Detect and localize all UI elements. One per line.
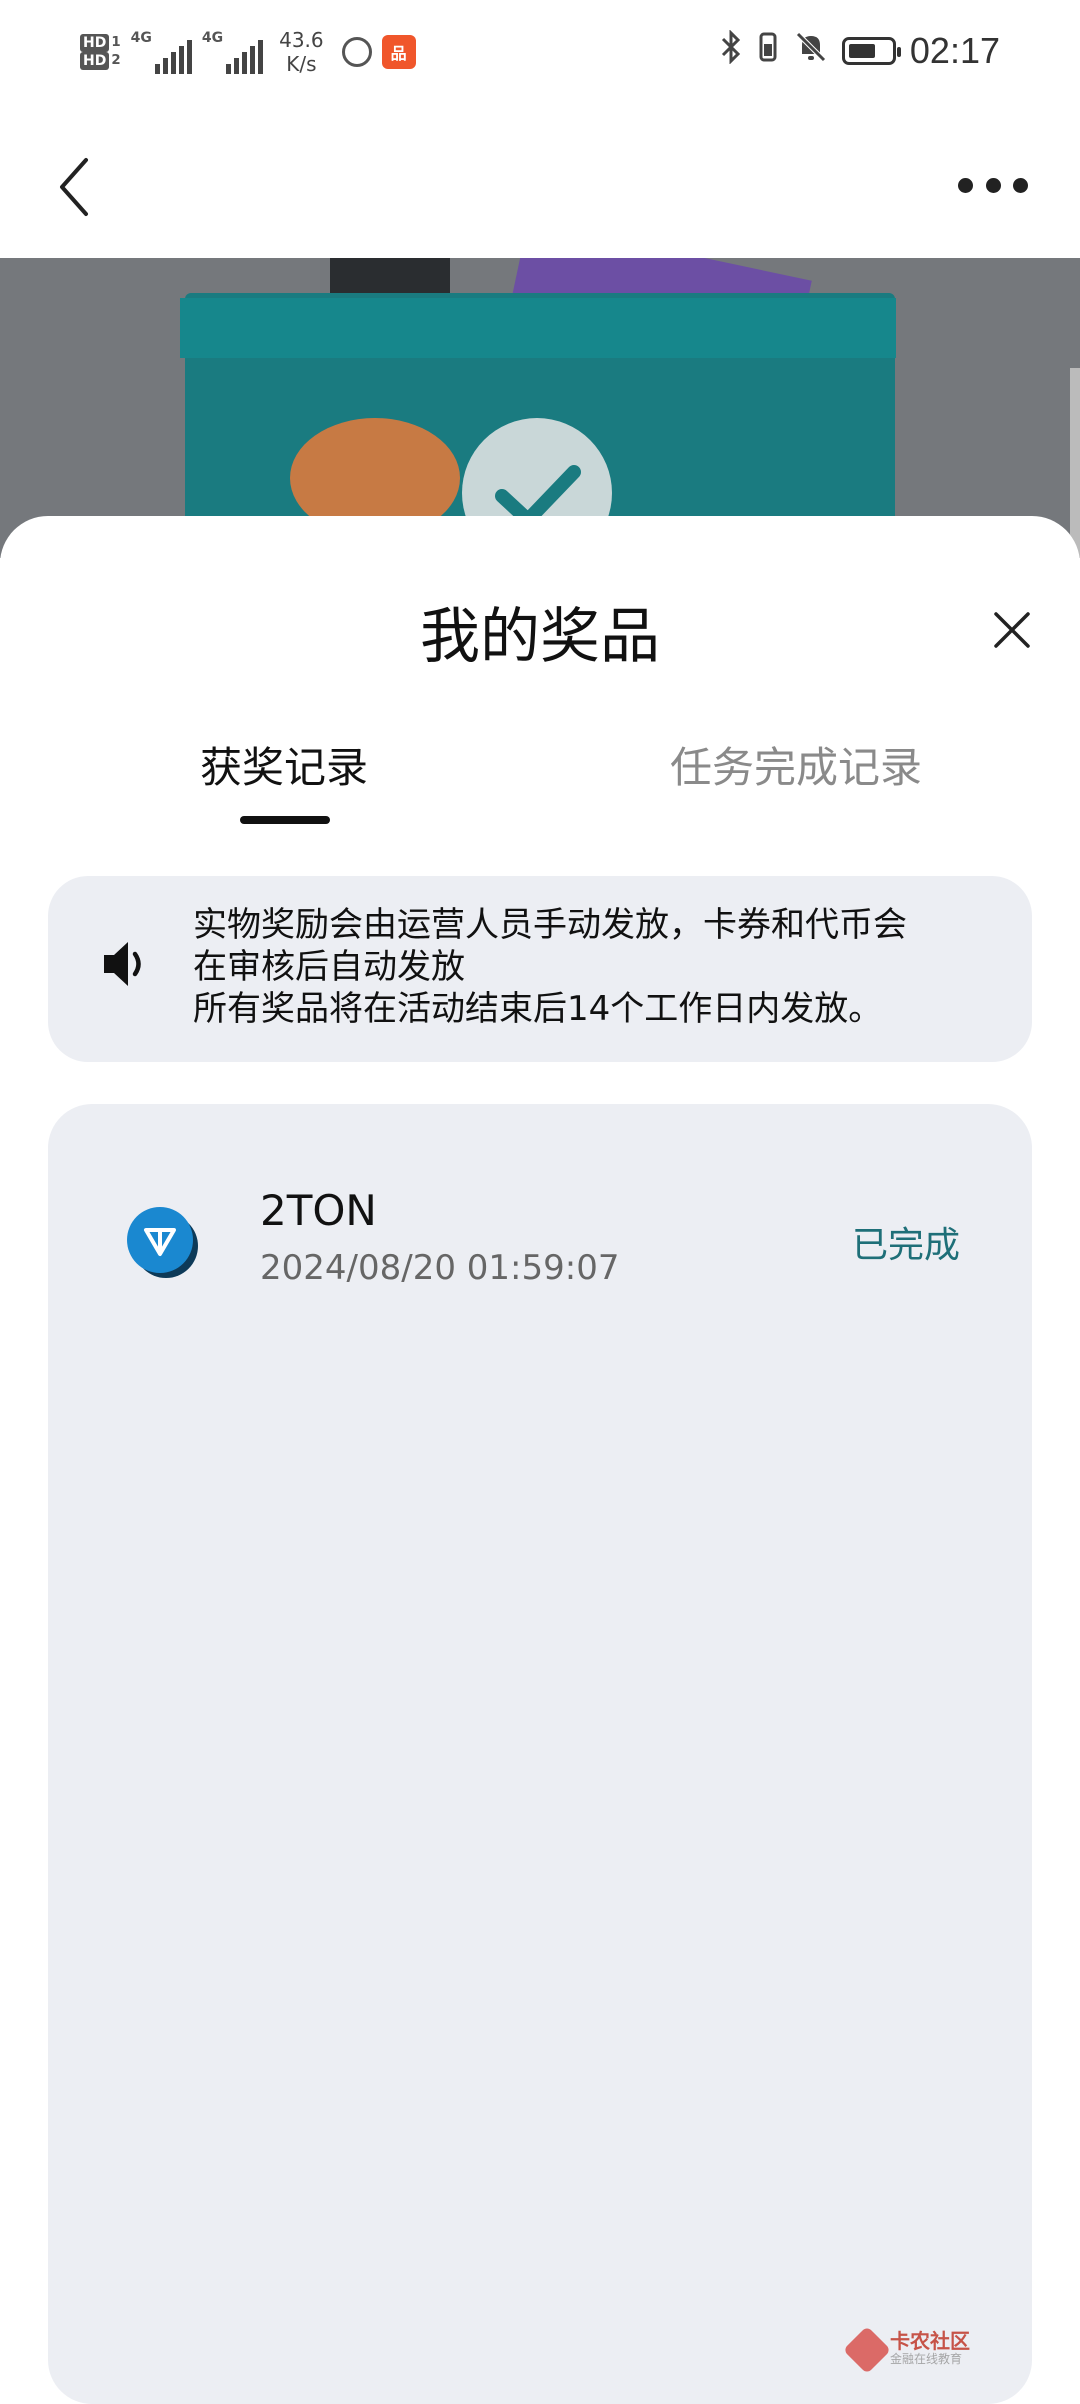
sim2-label: HD <box>80 52 110 70</box>
top-nav-bar <box>0 110 1080 258</box>
kanong-logo-icon <box>842 2325 892 2375</box>
status-right: 02:17 <box>720 29 1000 72</box>
page-scrollbar <box>1070 368 1080 558</box>
watermark-text: 卡农社区 金融在线教育 <box>890 2329 970 2368</box>
watermark-subtitle: 金融在线教育 <box>890 2352 963 2366</box>
sim2-index: 2 <box>111 53 121 68</box>
signal-2: 4G <box>201 30 264 74</box>
watermark-title: 卡农社区 <box>890 2329 970 2353</box>
sheet-title: 我的奖品 <box>420 602 660 672</box>
sim-indicators: HD 1 HD 2 <box>80 34 121 70</box>
signal-1: 4G <box>131 30 192 74</box>
notice-line: 在审核后自动发放 <box>193 947 465 987</box>
network-type-2: 4G <box>201 30 224 46</box>
network-speed: 43.6 K/s <box>279 28 324 76</box>
sim1-label: HD <box>80 34 110 52</box>
active-tab-indicator <box>240 816 330 824</box>
prize-list: 2TON 2024/08/20 01:59:07 已完成 卡农社区 金融在线教育 <box>48 1104 1032 2404</box>
speed-unit: K/s <box>286 52 317 76</box>
prize-name: 2TON <box>260 1186 377 1235</box>
app-badge-text: 品 <box>390 44 407 63</box>
prize-timestamp: 2024/08/20 01:59:07 <box>260 1248 620 1288</box>
network-type-1: 4G <box>130 30 152 46</box>
speed-value: 43.6 <box>279 28 324 52</box>
mute-bell-icon <box>794 30 828 72</box>
close-icon[interactable] <box>990 608 1034 652</box>
notice-banner: 实物奖励会由运营人员手动发放，卡券和代币会 在审核后自动发放 所有奖品将在活动结… <box>48 876 1032 1062</box>
notice-text: 实物奖励会由运营人员手动发放，卡券和代币会 在审核后自动发放 所有奖品将在活动结… <box>193 904 1013 1030</box>
more-dots-icon[interactable] <box>958 170 1028 200</box>
notice-line: 所有奖品将在活动结束后14个工作日内发放。 <box>193 989 883 1029</box>
tab-task-records[interactable]: 任务完成记录 <box>670 734 922 795</box>
battery-icon <box>841 37 901 65</box>
hero-banner-image <box>0 258 1080 558</box>
chevron-left-icon[interactable] <box>52 152 102 222</box>
tab-prize-records[interactable]: 获奖记录 <box>200 734 368 795</box>
notice-line: 实物奖励会由运营人员手动发放，卡券和代币会 <box>193 905 907 945</box>
status-bar: HD 1 HD 2 4G 4G 43.6 K/s 品 02:17 <box>0 0 1080 110</box>
prize-status: 已完成 <box>851 1225 960 1266</box>
tab-bar: 获奖记录 任务完成记录 <box>0 734 1080 824</box>
netease-music-icon <box>341 37 372 67</box>
signal-bars-icon <box>226 40 264 74</box>
speaker-icon <box>100 936 152 992</box>
vibrate-icon <box>756 30 780 72</box>
watermark: 卡农社区 金融在线教育 <box>842 2325 970 2375</box>
my-prizes-sheet: 我的奖品 获奖记录 任务完成记录 实物奖励会由运营人员手动发放，卡券和代币会 在… <box>0 516 1080 2404</box>
status-left: HD 1 HD 2 4G 4G 43.6 K/s 品 <box>80 22 416 82</box>
status-time: 02:17 <box>909 30 1000 71</box>
sim1-index: 1 <box>111 35 121 50</box>
signal-bars-icon <box>154 40 192 74</box>
hero-box-rim <box>180 298 896 358</box>
bluetooth-icon <box>720 29 742 72</box>
app-notification-icon: 品 <box>381 35 416 69</box>
ton-coin-icon <box>124 1204 200 1280</box>
